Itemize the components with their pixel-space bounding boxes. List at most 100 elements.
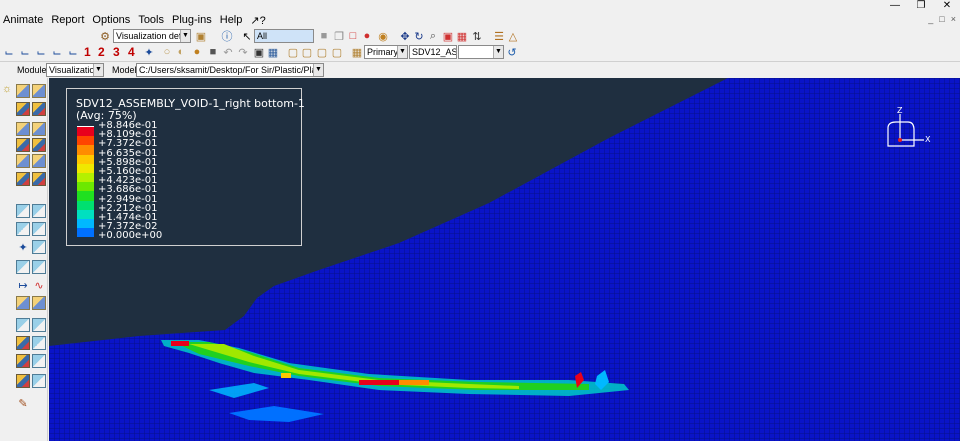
undo-view-icon[interactable]: ↶ <box>221 45 235 59</box>
primary-combo[interactable]: Primary ▼ <box>364 45 408 59</box>
refresh-icon[interactable]: ↺ <box>505 45 519 59</box>
front-view-icon[interactable]: ▢ <box>300 45 314 59</box>
top-view-icon[interactable]: ▢ <box>315 45 329 59</box>
superimpose-options-icon[interactable] <box>32 138 46 152</box>
plot-deformed-icon[interactable] <box>32 84 46 98</box>
step-1-button[interactable]: 1 <box>84 45 91 59</box>
legend-swatch <box>77 200 94 210</box>
restore-button[interactable]: ❐ <box>908 0 934 12</box>
zoom-box-icon[interactable]: ▣ <box>441 29 455 43</box>
visualization-defaults-combo[interactable]: Visualization defaults ▼ <box>113 29 191 43</box>
animate-time-history-icon[interactable] <box>32 204 46 218</box>
plot-contours-undeformed-icon[interactable] <box>16 102 30 116</box>
render-shaded-icon[interactable]: ● <box>190 45 204 59</box>
side-view-icon[interactable]: ▢ <box>330 45 344 59</box>
csys-icon-1[interactable]: ⌙ <box>2 45 16 59</box>
xy-plot-icon[interactable]: ∿ <box>32 278 46 292</box>
rotate-icon[interactable]: ↻ <box>412 29 426 43</box>
mdi-controls: _ □ × <box>928 14 956 24</box>
plot-undeformed-icon[interactable] <box>16 84 30 98</box>
animate-scale-factor-icon[interactable] <box>16 204 30 218</box>
display-group-icon[interactable] <box>16 318 30 332</box>
overlay-plot-icon[interactable] <box>32 172 46 186</box>
plot-symbols-icon[interactable] <box>16 122 30 136</box>
menu-help[interactable]: Help <box>216 14 247 26</box>
menu-animate[interactable]: Animate <box>0 14 47 26</box>
menu-plugins[interactable]: Plug-ins <box>168 14 216 26</box>
pointer-icon[interactable]: ↖ <box>240 29 254 43</box>
cube-view-icon[interactable]: ▣ <box>194 29 208 43</box>
triad-icon[interactable]: ✦ <box>142 45 156 59</box>
replace-selected-icon[interactable] <box>16 336 30 350</box>
plot-material-orientation-icon[interactable] <box>32 122 46 136</box>
minimize-button[interactable]: — <box>882 0 908 12</box>
toolbar-row-2: ⌙ ⌙ ⌙ ⌙ ⌙ 1 2 3 4 ✦ ○ ◐ ● ■ ↶ ↷ ▣ ▦ ▢ ▢ … <box>0 44 960 61</box>
info-icon[interactable]: ⓘ <box>220 29 234 43</box>
auto-fit-icon[interactable]: ▦ <box>455 29 469 43</box>
box-select-icon[interactable]: □ <box>346 29 360 43</box>
selection-filter-combo[interactable]: All <box>254 29 314 43</box>
allow-multiple-plots-icon[interactable] <box>16 172 30 186</box>
stream-manager-icon[interactable] <box>32 260 46 274</box>
contour-options-icon[interactable] <box>16 154 30 168</box>
activate-view-cut-icon[interactable] <box>32 296 46 310</box>
create-display-group-icon[interactable] <box>16 374 30 388</box>
mdi-minimize-icon[interactable]: _ <box>928 14 933 24</box>
render-wire-icon[interactable]: ○ <box>160 45 174 59</box>
redo-view-icon[interactable]: ↷ <box>236 45 250 59</box>
display-group-manager-icon[interactable] <box>32 318 46 332</box>
path-manager-icon[interactable] <box>16 260 30 274</box>
xy-data-manager-icon[interactable] <box>32 240 46 254</box>
csys-icon-3[interactable]: ⌙ <box>34 45 48 59</box>
model-combo[interactable]: C:/Users/sksamit/Desktop/For Sir/Plastic… <box>136 63 324 77</box>
show-all-icon[interactable] <box>16 354 30 368</box>
copy-icon[interactable]: ❐ <box>332 29 346 43</box>
contour-legend[interactable]: SDV12_ASSEMBLY_VOID-1_right bottom-1 (Av… <box>66 88 305 246</box>
module-combo[interactable]: Visualization ▼ <box>46 63 104 77</box>
mdi-close-icon[interactable]: × <box>951 14 956 24</box>
csys-icon-2[interactable]: ⌙ <box>18 45 32 59</box>
table-icon[interactable]: ▦ <box>266 45 280 59</box>
plot-contours-deformed-icon[interactable] <box>32 102 46 116</box>
field-output-icon[interactable]: ▦ <box>350 45 364 59</box>
step-2-button[interactable]: 2 <box>98 45 105 59</box>
colour-code-icon[interactable] <box>32 354 46 368</box>
perspective-icon[interactable]: ⇅ <box>470 29 484 43</box>
common-options-icon[interactable] <box>16 138 30 152</box>
close-button[interactable]: ✕ <box>934 0 960 12</box>
ruler-icon[interactable]: △ <box>506 29 520 43</box>
pan-icon[interactable]: ✥ <box>398 29 412 43</box>
menu-options[interactable]: Options <box>88 14 134 26</box>
iso-view-icon[interactable]: ▢ <box>286 45 300 59</box>
animation-options-icon[interactable] <box>32 222 46 236</box>
csys-icon-4[interactable]: ⌙ <box>50 45 64 59</box>
symbol-options-icon[interactable] <box>32 154 46 168</box>
brush-icon[interactable]: ✎ <box>16 396 30 410</box>
menu-report[interactable]: Report <box>47 14 88 26</box>
render-style-icon[interactable]: ◉ <box>376 29 390 43</box>
view-toolbar-icon[interactable]: ▣ <box>252 45 266 59</box>
bulb-icon[interactable]: ☼ <box>0 82 14 96</box>
select-options-icon[interactable]: ■ <box>317 29 331 43</box>
step-3-button[interactable]: 3 <box>113 45 120 59</box>
link-icon[interactable]: ● <box>360 29 374 43</box>
step-4-button[interactable]: 4 <box>128 45 135 59</box>
context-help-icon[interactable]: ↗? <box>246 14 269 27</box>
remove-selected-icon[interactable] <box>32 336 46 350</box>
menu-tools[interactable]: Tools <box>134 14 168 26</box>
plot-state-icon[interactable] <box>32 374 46 388</box>
animate-harmonic-icon[interactable] <box>16 222 30 236</box>
mdi-restore-icon[interactable]: □ <box>939 14 944 24</box>
create-xy-data-icon[interactable]: ✦ <box>16 240 30 254</box>
layers-icon[interactable]: ☰ <box>492 29 506 43</box>
view-cut-manager-icon[interactable] <box>16 296 30 310</box>
triad-graphic <box>887 114 924 147</box>
variable-extra-combo[interactable]: ▼ <box>458 45 504 59</box>
render-hidden-icon[interactable]: ◐ <box>174 45 188 59</box>
query-arrow-icon[interactable]: ↦ <box>16 278 30 292</box>
csys-icon-5[interactable]: ⌙ <box>66 45 80 59</box>
magnify-icon[interactable]: ⌕ <box>426 29 440 43</box>
render-toggle-icon[interactable]: ■ <box>206 45 220 59</box>
variable-combo[interactable]: SDV12_ASSEM <box>409 45 457 59</box>
view-defaults-icon[interactable]: ⚙ <box>98 29 112 43</box>
